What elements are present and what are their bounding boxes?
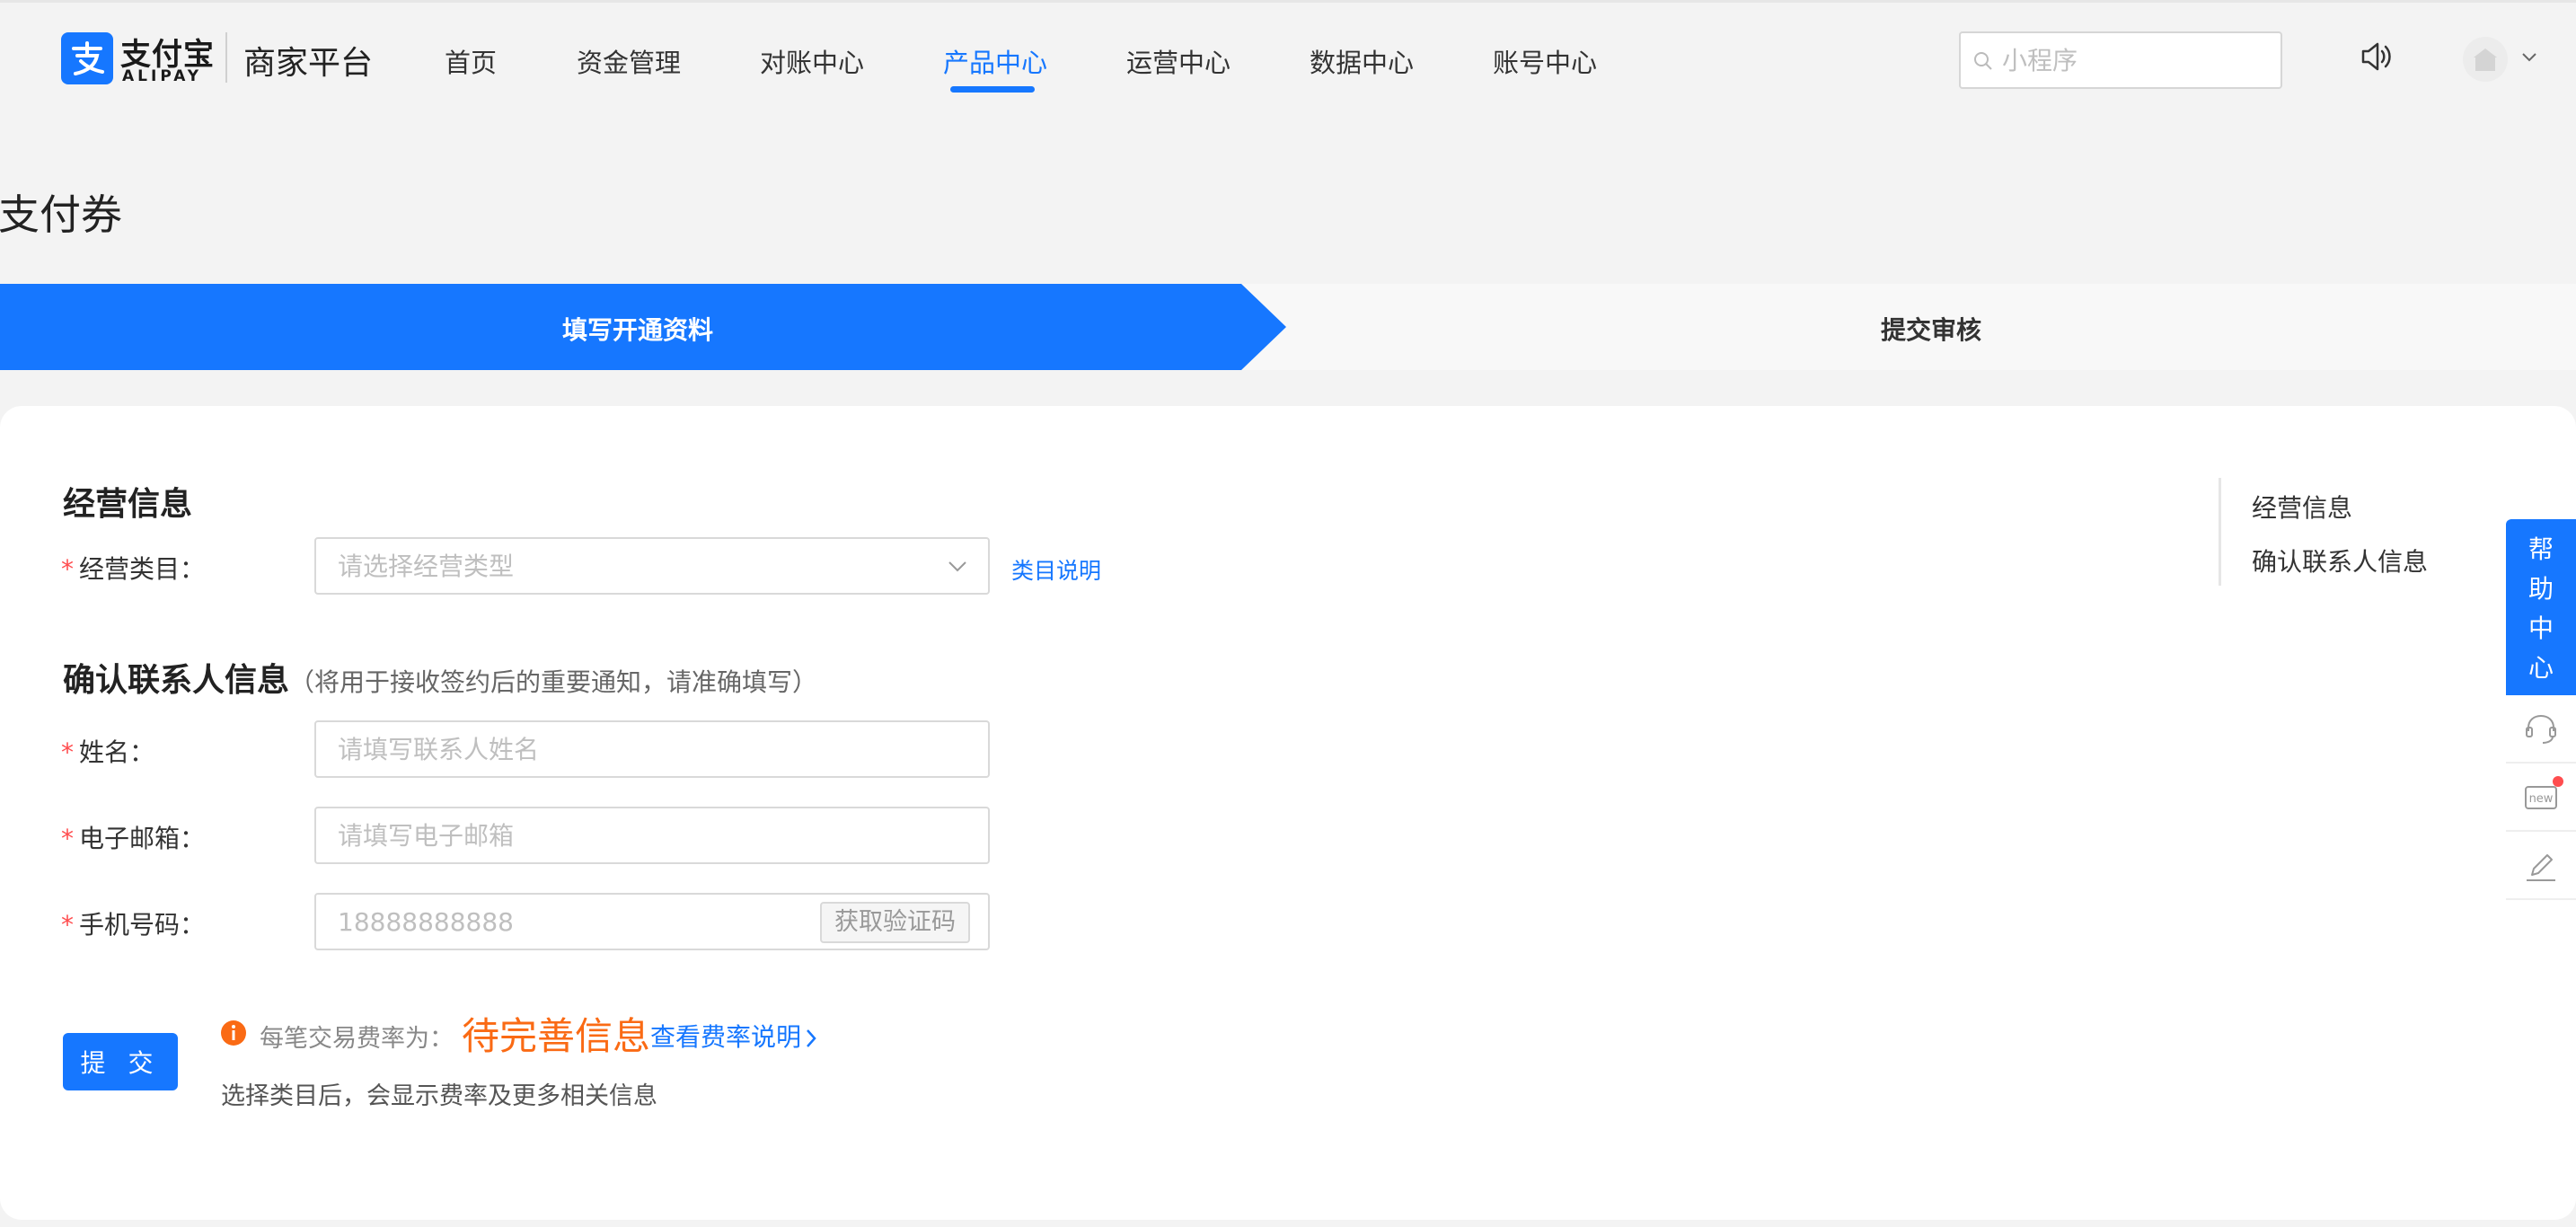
fee-rate-explanation-link[interactable]: 查看费率说明 bbox=[650, 1018, 817, 1054]
email-label: * 电子邮箱： bbox=[61, 824, 206, 853]
customer-service-button[interactable] bbox=[2506, 695, 2576, 764]
nav-data-center[interactable]: 数据中心 bbox=[1310, 42, 1414, 80]
page-title: 支付券 bbox=[0, 190, 122, 239]
step-indicator: 填写开通资料 提交审核 bbox=[0, 284, 2576, 370]
nav-fund-management[interactable]: 资金管理 bbox=[577, 42, 681, 80]
search-input[interactable] bbox=[2002, 42, 2272, 78]
nav-account-center[interactable]: 账号中心 bbox=[1493, 42, 1597, 80]
fee-note: 选择类目后，会显示费率及更多相关信息 bbox=[221, 1082, 657, 1110]
phone-field[interactable]: 获取验证码 bbox=[314, 893, 990, 950]
phone-label: * 手机号码： bbox=[61, 910, 206, 940]
category-explanation-link[interactable]: 类目说明 bbox=[1011, 553, 1101, 586]
step-submit-review: 提交审核 bbox=[1880, 315, 1981, 345]
nav-product-center[interactable]: 产品中心 bbox=[943, 42, 1047, 80]
store-icon bbox=[2474, 49, 2497, 71]
edit-icon bbox=[2527, 854, 2555, 881]
anchor-business-info[interactable]: 经营信息 bbox=[2252, 489, 2352, 525]
nav-active-indicator bbox=[950, 86, 1035, 93]
logo-text-en: ALIPAY bbox=[122, 67, 203, 85]
headset-icon bbox=[2526, 714, 2556, 744]
email-field[interactable] bbox=[314, 807, 990, 864]
contact-section-hint: （将用于接收签约后的重要通知，请准确填写） bbox=[289, 667, 818, 697]
nav-reconciliation[interactable]: 对账中心 bbox=[760, 42, 864, 80]
help-center-button[interactable]: 帮 助 中 心 bbox=[2506, 519, 2576, 695]
chevron-down-icon[interactable] bbox=[2520, 49, 2538, 66]
submit-button[interactable]: 提 交 bbox=[63, 1033, 178, 1090]
category-label: * 经营类目： bbox=[61, 554, 206, 584]
contact-section-title: 确认联系人信息（将用于接收签约后的重要通知，请准确填写） bbox=[63, 662, 818, 699]
avatar[interactable] bbox=[2463, 37, 2508, 82]
nav-home[interactable]: 首页 bbox=[445, 42, 497, 80]
chevron-down-icon bbox=[948, 561, 966, 572]
search-box[interactable] bbox=[1959, 31, 2282, 89]
nav-operation-center[interactable]: 运营中心 bbox=[1126, 42, 1231, 80]
phone-input[interactable] bbox=[338, 904, 841, 940]
alipay-logo-icon[interactable] bbox=[61, 32, 113, 84]
name-input[interactable] bbox=[338, 731, 841, 767]
anchor-contact-info[interactable]: 确认联系人信息 bbox=[2252, 543, 2428, 578]
fee-rate-status: 待完善信息 bbox=[462, 1014, 651, 1058]
name-label: * 姓名： bbox=[61, 737, 155, 767]
notification-dot bbox=[2553, 776, 2563, 787]
required-mark: * bbox=[61, 824, 74, 853]
get-verification-code-button[interactable]: 获取验证码 bbox=[820, 902, 970, 943]
category-select-input[interactable] bbox=[338, 548, 841, 584]
form-card: 经营信息 *经营类目： 类目说明 确认联系人信息（将用于接收签约后的重要通知，请… bbox=[0, 406, 2576, 1220]
svg-text:new: new bbox=[2529, 792, 2554, 806]
platform-title: 商家平台 bbox=[243, 45, 374, 82]
top-header: 支付宝 ALIPAY 商家平台 首页 资金管理 对账中心 产品中心 运营中心 数… bbox=[0, 3, 2576, 109]
business-section-title: 经营信息 bbox=[63, 486, 193, 523]
name-field[interactable] bbox=[314, 720, 990, 778]
email-input[interactable] bbox=[338, 817, 841, 853]
search-icon bbox=[1974, 52, 1992, 70]
info-icon bbox=[221, 1020, 246, 1046]
step-fill-info: 填写开通资料 bbox=[561, 315, 713, 345]
logo-divider bbox=[225, 32, 227, 83]
anchor-nav: 经营信息 确认联系人信息 bbox=[2219, 478, 2488, 586]
required-mark: * bbox=[61, 737, 74, 767]
new-features-button[interactable]: new bbox=[2506, 764, 2576, 832]
fee-rate-label: 每笔交易费率为： bbox=[260, 1025, 454, 1053]
feedback-button[interactable] bbox=[2506, 832, 2576, 900]
category-select[interactable] bbox=[314, 537, 990, 595]
required-mark: * bbox=[61, 554, 74, 584]
chevron-right-icon bbox=[807, 1029, 816, 1047]
speaker-icon[interactable] bbox=[2358, 39, 2394, 78]
required-mark: * bbox=[61, 910, 74, 940]
